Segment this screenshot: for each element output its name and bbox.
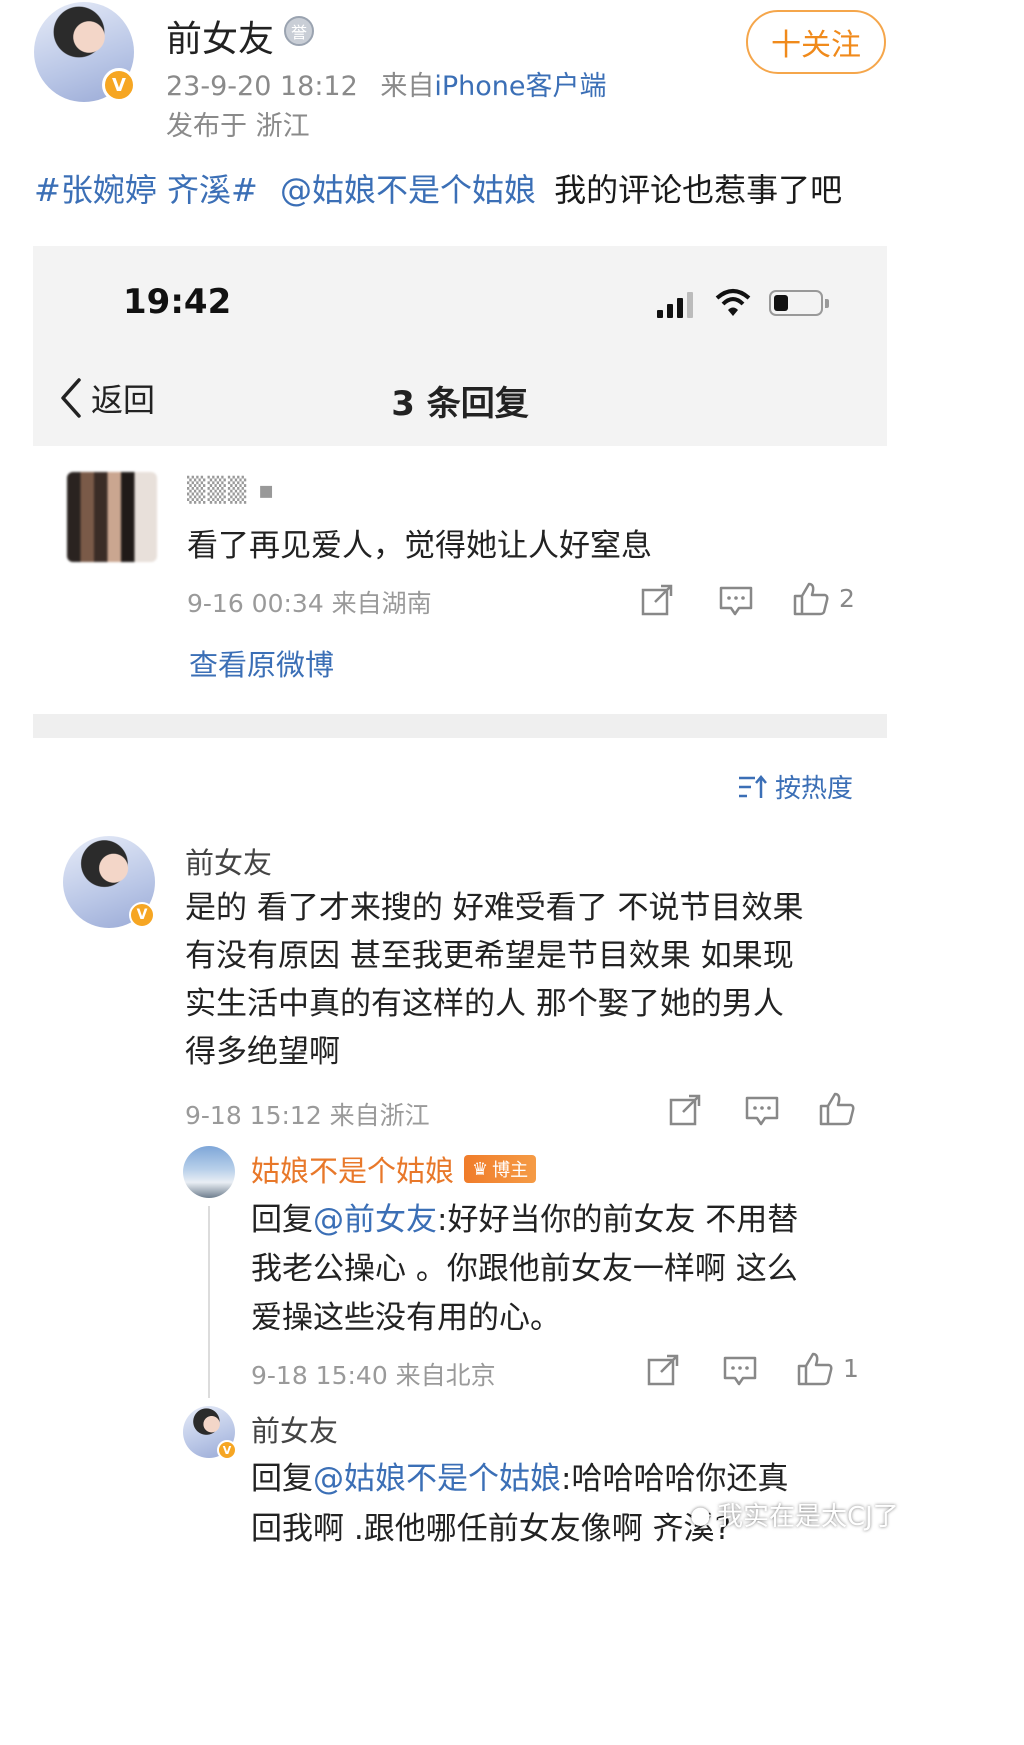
commenter-avatar[interactable] (67, 472, 157, 562)
sub-reply-line: 回复@前女友:好好当你的前女友 不用替 (251, 1196, 798, 1245)
reply-line: 有没有原因 甚至我更希望是节目效果 如果现 (185, 938, 794, 974)
reply-line: 实生活中真的有这样的人 那个娶了她的男人 (185, 986, 784, 1022)
crown-icon: ♛ (472, 1158, 489, 1180)
post-meta: 23-9-20 18:12 来自iPhone客户端 (166, 64, 607, 103)
share-icon[interactable] (641, 584, 675, 616)
battery-icon (769, 290, 829, 316)
sub-reply-text: 回复@前女友:好好当你的前女友 不用替 我老公操心 。你跟他前女友一样啊 这么 … (251, 1196, 798, 1343)
mention-link[interactable]: @姑娘不是个姑娘 (313, 1461, 561, 1497)
follow-button[interactable]: 十关注 (746, 10, 886, 74)
verified-badge-icon: V (217, 1440, 237, 1460)
mention-link[interactable]: @姑娘不是个姑娘 (280, 171, 536, 209)
sort-toggle[interactable]: 按热度 (737, 768, 853, 805)
post-text: #张婉婷 齐溪# @姑娘不是个姑娘 我的评论也惹事了吧 (34, 165, 842, 211)
sub-reply-line: 我老公操心 。你跟他前女友一样啊 这么 (251, 1251, 798, 1287)
share-icon[interactable] (669, 1094, 703, 1126)
reply-prefix: 回复 (251, 1461, 313, 1497)
signal-icon (657, 290, 699, 318)
commenter-name[interactable]: ▒▒▒ ▪ (187, 476, 276, 504)
comment-icon[interactable] (723, 1356, 757, 1388)
view-original-link[interactable]: 查看原微博 (189, 642, 334, 684)
sub-reply-avatar[interactable] (183, 1146, 235, 1198)
post-location: 发布于 浙江 (166, 111, 310, 142)
post-time: 23-9-20 18:12 (166, 71, 358, 102)
watermark: ● 我实在是太CJ了 (690, 1496, 899, 1533)
reply-line: 得多绝望啊 (185, 1034, 340, 1070)
wechat-icon: ● (690, 1500, 711, 1529)
sub-reply-username[interactable]: 姑娘不是个姑娘 (251, 1148, 454, 1190)
section-divider (33, 714, 887, 738)
reply-meta: 9-18 15:12 来自浙江 (185, 1101, 430, 1130)
share-icon[interactable] (647, 1354, 681, 1386)
reply-username[interactable]: 前女友 (185, 840, 272, 882)
verified-badge-icon: V (129, 902, 155, 928)
verified-badge-icon: V (102, 68, 136, 102)
sub-reply-header: 姑娘不是个姑娘 ♛ 博主 (251, 1148, 537, 1190)
thread-line (208, 1206, 210, 1398)
sort-icon (739, 774, 767, 798)
follow-label: 十关注 (771, 28, 861, 63)
reply-text: 是的 看了才来搜的 好难受看了 不说节目效果 有没有原因 甚至我更希望是节目效果… (185, 884, 804, 1076)
status-time: 19:42 (123, 282, 232, 322)
topic-link[interactable]: #张婉婷 齐溪# (34, 171, 258, 209)
like-icon[interactable] (797, 1352, 833, 1386)
comment-icon[interactable] (719, 586, 753, 618)
post-source[interactable]: iPhone客户端 (434, 71, 606, 102)
mention-link[interactable]: @前女友 (313, 1202, 437, 1238)
post-text-rest: 我的评论也惹事了吧 (554, 171, 843, 209)
comment-icon[interactable] (745, 1096, 779, 1128)
like-count: 2 (839, 584, 855, 613)
nav-title: 3 条回复 (391, 384, 529, 424)
reply-prefix: 回复 (251, 1202, 313, 1238)
sub-reply-line1: :好好当你的前女友 不用替 (437, 1202, 799, 1238)
like-icon[interactable] (819, 1092, 855, 1126)
watermark-text: 我实在是太CJ了 (716, 1502, 899, 1532)
like-count: 1 (843, 1354, 859, 1383)
original-comment-meta: 9-16 00:34 来自湖南 (187, 589, 432, 618)
medal-glyph: 誉 (290, 23, 307, 42)
reply-line: 是的 看了才来搜的 好难受看了 不说节目效果 (185, 890, 804, 926)
author-name[interactable]: 前女友 (166, 10, 274, 62)
sort-label: 按热度 (775, 774, 854, 804)
source-prefix: 来自 (380, 71, 435, 102)
sub-reply-username[interactable]: 前女友 (251, 1408, 338, 1450)
sub-reply-line: 爱操这些没有用的心。 (251, 1300, 561, 1336)
blogger-badge-label: 博主 (492, 1160, 529, 1181)
wifi-icon (715, 289, 751, 316)
sub-reply-meta: 9-18 15:40 来自北京 (251, 1361, 496, 1390)
sub-reply-line1: :哈哈哈哈你还真 (561, 1461, 789, 1497)
original-comment-text: 看了再见爱人，觉得她让人好窒息 (187, 528, 652, 564)
medal-icon: 誉 (284, 16, 314, 46)
blogger-badge: ♛ 博主 (464, 1155, 537, 1183)
like-icon[interactable] (793, 582, 829, 616)
